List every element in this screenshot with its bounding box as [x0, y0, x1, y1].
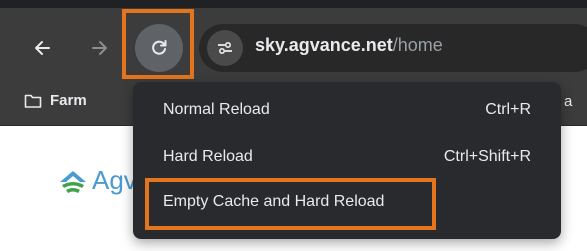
reload-button-highlight	[122, 9, 194, 79]
url-host: sky.agvance.net	[255, 35, 393, 55]
url-text[interactable]: sky.agvance.net/home	[255, 35, 443, 56]
tab-strip-edge	[0, 0, 587, 8]
agvance-logo-mark	[60, 170, 86, 193]
bookmark-folder-label: Farm	[50, 92, 87, 109]
folder-icon	[24, 94, 42, 108]
menu-item-label: Normal Reload	[163, 101, 270, 118]
empty-cache-highlight	[145, 178, 436, 230]
address-bar[interactable]: sky.agvance.net/home	[199, 24, 587, 72]
menu-item-shortcut: Ctrl+R	[485, 101, 531, 118]
back-button[interactable]	[22, 28, 62, 68]
menu-item-hard-reload[interactable]: Hard Reload Ctrl+Shift+R	[133, 135, 561, 179]
bookmark-overflow-fragment[interactable]: a	[564, 93, 572, 110]
arrow-left-icon	[35, 41, 50, 55]
logo-text: Agv	[92, 165, 137, 195]
arrow-right-icon	[92, 41, 107, 55]
url-path: /home	[392, 35, 443, 55]
menu-item-normal-reload[interactable]: Normal Reload Ctrl+R	[133, 88, 561, 132]
forward-button[interactable]	[80, 28, 120, 68]
bookmark-folder-farm[interactable]: Farm	[24, 92, 87, 109]
tune-icon	[218, 41, 232, 55]
site-info-button[interactable]	[207, 30, 243, 66]
browser-toolbar: sky.agvance.net/home	[0, 0, 587, 80]
menu-item-label: Hard Reload	[163, 148, 253, 165]
menu-item-shortcut: Ctrl+Shift+R	[443, 148, 531, 165]
agvance-logo: Agv	[58, 165, 137, 196]
